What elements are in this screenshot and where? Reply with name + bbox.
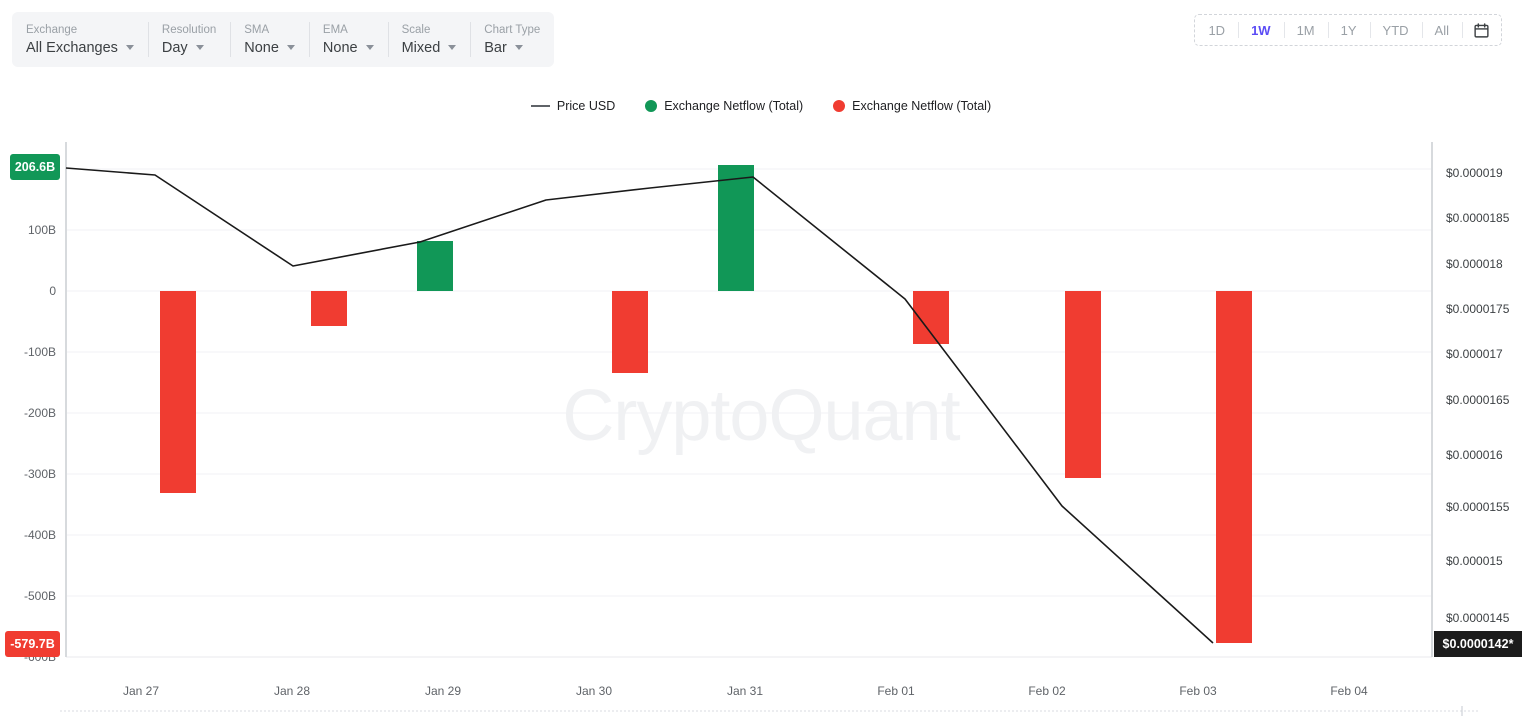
watermark-text: CryptoQuant: [562, 376, 960, 456]
y-right-tick-3: $0.0000175: [1446, 302, 1510, 316]
badge-right-bottom-text: $0.0000142*: [1443, 637, 1514, 651]
x-axis-labels: Jan 27 Jan 28 Jan 29 Jan 30 Jan 31 Feb 0…: [123, 684, 1368, 698]
badge-right-bottom: $0.0000142*: [1434, 631, 1522, 657]
bar-jan-27[interactable]: [160, 291, 196, 493]
x-tick-feb-02: Feb 02: [1028, 684, 1066, 698]
y-left-tick-1: 0: [49, 284, 56, 298]
y-right-tick-4: $0.000017: [1446, 347, 1503, 361]
y-axis-left-labels: 100B 0 -100B -200B -300B -400B -500B -60…: [24, 223, 56, 664]
y-left-tick-3: -200B: [24, 406, 56, 420]
bar-jan-29[interactable]: [417, 241, 453, 291]
y-right-tick-2: $0.000018: [1446, 257, 1503, 271]
bar-jan-28[interactable]: [311, 291, 347, 326]
bar-jan-31[interactable]: [718, 165, 754, 291]
y-right-tick-6: $0.000016: [1446, 448, 1503, 462]
y-left-tick-5: -400B: [24, 528, 56, 542]
badge-left-top-text: 206.6B: [15, 160, 55, 174]
x-tick-feb-01: Feb 01: [877, 684, 915, 698]
x-tick-jan-28: Jan 28: [274, 684, 310, 698]
bar-feb-02[interactable]: [1065, 291, 1101, 478]
y-right-tick-7: $0.0000155: [1446, 500, 1510, 514]
y-right-tick-9: $0.0000145: [1446, 611, 1510, 625]
x-tick-jan-31: Jan 31: [727, 684, 763, 698]
chart-container: CryptoQuant 100B 0 -100B -200B -300B -40…: [0, 0, 1522, 717]
y-right-tick-8: $0.000015: [1446, 554, 1503, 568]
y-left-tick-0: 100B: [28, 223, 56, 237]
range-scrollbar[interactable]: [60, 706, 1478, 716]
badge-left-bottom: -579.7B: [5, 631, 60, 657]
y-left-tick-2: -100B: [24, 345, 56, 359]
x-tick-jan-27: Jan 27: [123, 684, 159, 698]
badge-left-top: 206.6B: [10, 154, 60, 180]
y-axis-right-labels: $0.000019 $0.0000185 $0.000018 $0.000017…: [1446, 166, 1510, 625]
y-left-tick-4: -300B: [24, 467, 56, 481]
x-tick-feb-03: Feb 03: [1179, 684, 1217, 698]
y-left-tick-6: -500B: [24, 589, 56, 603]
chart-svg[interactable]: CryptoQuant 100B 0 -100B -200B -300B -40…: [0, 0, 1522, 717]
x-tick-feb-04: Feb 04: [1330, 684, 1368, 698]
y-right-tick-5: $0.0000165: [1446, 393, 1510, 407]
bar-feb-03[interactable]: [1216, 291, 1252, 643]
badge-left-bottom-text: -579.7B: [10, 637, 54, 651]
x-tick-jan-29: Jan 29: [425, 684, 461, 698]
y-right-tick-1: $0.0000185: [1446, 211, 1510, 225]
y-right-tick-0: $0.000019: [1446, 166, 1503, 180]
x-tick-jan-30: Jan 30: [576, 684, 612, 698]
bar-jan-30[interactable]: [612, 291, 648, 373]
